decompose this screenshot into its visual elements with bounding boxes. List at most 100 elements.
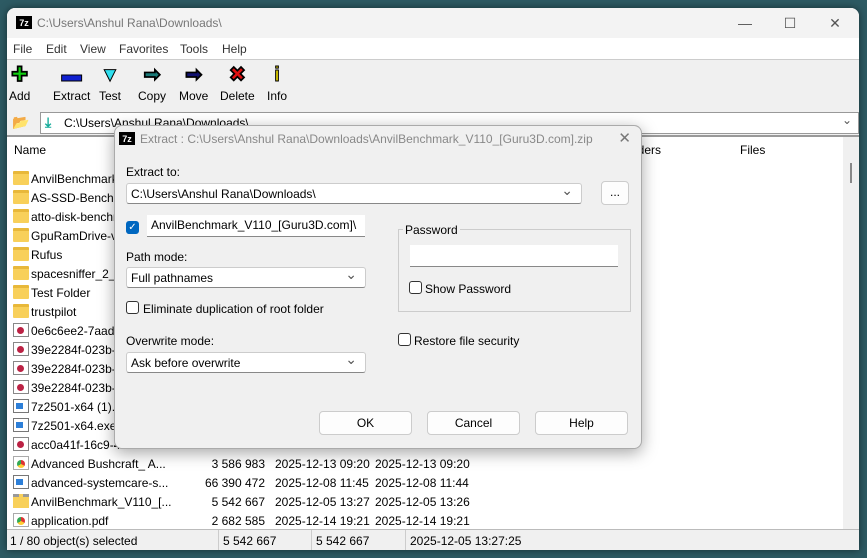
file-name: AnvilBenchmark (31, 172, 118, 186)
toolbar-move-button[interactable]: ➡ Move (179, 64, 209, 104)
vid-icon (13, 323, 29, 337)
overwrite-mode-value: Ask before overwrite (131, 356, 241, 370)
close-button[interactable]: ✕ (815, 12, 855, 34)
restore-security-checkbox[interactable] (398, 333, 411, 346)
eliminate-duplication-label[interactable]: Eliminate duplication of root folder (143, 302, 324, 316)
move-icon: ➡ (185, 64, 203, 87)
toolbar-label: Info (267, 89, 288, 103)
menu-favorites[interactable]: Favorites (119, 42, 168, 56)
file-size: 66 390 472 (204, 476, 265, 490)
extract-dialog: 7z Extract : C:\Users\Anshul Rana\Downlo… (114, 125, 642, 449)
pdf-icon (13, 513, 29, 527)
title-bar: 7z C:\Users\Anshul Rana\Downloads\ — ☐ ✕ (7, 8, 859, 38)
toolbar-copy-button[interactable]: ➡ Copy (138, 64, 166, 104)
scrollbar[interactable] (843, 137, 859, 529)
file-row[interactable]: Advanced Bushcraft_ A... 3 586 983 2025-… (7, 455, 859, 474)
toolbar: ✚ Add ▬ Extract ▼ Test ➡ Copy ➡ Move ✖ Delete i Info (7, 61, 859, 111)
extract-to-label: Extract to: (126, 165, 181, 179)
test-icon: ▼ (100, 64, 121, 87)
toolbar-info-button[interactable]: i Info (267, 64, 288, 104)
zip-icon (13, 494, 29, 508)
subfolder-checkbox[interactable]: ✓ (126, 221, 139, 234)
file-name: application.pdf (31, 514, 109, 528)
dialog-title: Extract : C:\Users\Anshul Rana\Downloads… (140, 132, 593, 146)
dialog-close-button[interactable]: ✕ (618, 129, 631, 147)
folder-icon (13, 228, 29, 242)
file-name: Test Folder (31, 286, 91, 300)
status-bar: 1 / 80 object(s) selected 5 542 667 5 54… (7, 529, 859, 550)
browse-button[interactable]: ... (601, 181, 629, 205)
folder-icon (13, 285, 29, 299)
file-size: 2 682 585 (211, 514, 265, 528)
add-icon: ✚ (11, 64, 29, 87)
download-icon: ⤓ (45, 114, 52, 130)
menu-view[interactable]: View (80, 42, 106, 56)
file-name: 0e6c6ee2-7aad- (31, 324, 119, 338)
column-files[interactable]: Files (740, 143, 765, 157)
password-input[interactable] (410, 245, 618, 267)
password-label: Password (403, 223, 460, 237)
maximize-button[interactable]: ☐ (770, 12, 810, 34)
menu-help[interactable]: Help (222, 42, 247, 56)
vid-icon (13, 437, 29, 451)
toolbar-test-button[interactable]: ▼ Test (99, 64, 121, 104)
chevron-down-icon[interactable]: ⌄ (842, 113, 852, 127)
extract-icon: ▬ (61, 64, 82, 87)
restore-security-label[interactable]: Restore file security (414, 334, 519, 348)
up-folder-icon[interactable]: 📂 (12, 114, 29, 131)
vid-icon (13, 361, 29, 375)
folder-icon (13, 190, 29, 204)
menu-tools[interactable]: Tools (180, 42, 208, 56)
file-modified: 2025-12-13 09:20 (275, 457, 370, 471)
exe-icon (13, 418, 29, 432)
cancel-button[interactable]: Cancel (427, 411, 520, 435)
file-name: 39e2284f-023b-4 (31, 343, 123, 357)
subfolder-input[interactable]: AnvilBenchmark_V110_[Guru3D.com]\ (147, 215, 365, 237)
path-mode-value: Full pathnames (131, 271, 214, 285)
file-name: trustpilot (31, 305, 77, 319)
7zip-logo-icon: 7z (119, 132, 135, 145)
path-mode-label: Path mode: (126, 250, 188, 264)
file-name: advanced-systemcare-s... (31, 476, 169, 490)
info-icon: i (274, 64, 281, 87)
file-name: 39e2284f-023b-4 (31, 362, 123, 376)
subfolder-value: AnvilBenchmark_V110_[Guru3D.com]\ (151, 218, 357, 232)
file-name: AnvilBenchmark_V110_[... (31, 495, 172, 509)
show-password-label[interactable]: Show Password (425, 282, 511, 296)
overwrite-mode-select[interactable]: Ask before overwrite (126, 351, 366, 373)
copy-icon: ➡ (143, 64, 161, 87)
toolbar-extract-button[interactable]: ▬ Extract (53, 64, 91, 104)
status-packed: 5 542 667 (316, 534, 370, 548)
7zip-logo-icon: 7z (16, 16, 32, 29)
status-size: 5 542 667 (223, 534, 277, 548)
file-name: 39e2284f-023b-4 (31, 381, 123, 395)
file-size: 5 542 667 (211, 495, 265, 509)
ok-button[interactable]: OK (319, 411, 412, 435)
toolbar-delete-button[interactable]: ✖ Delete (220, 64, 255, 104)
password-group (398, 229, 631, 312)
eliminate-duplication-checkbox[interactable] (126, 301, 139, 314)
toolbar-add-button[interactable]: ✚ Add (9, 64, 31, 104)
toolbar-label: Move (179, 89, 209, 103)
column-name[interactable]: Name (14, 143, 46, 157)
file-modified: 2025-12-08 11:45 (275, 476, 369, 490)
folder-icon (13, 266, 29, 280)
toolbar-label: Extract (53, 89, 91, 103)
file-row[interactable]: advanced-systemcare-s... 66 390 472 2025… (7, 474, 859, 493)
path-mode-select[interactable]: Full pathnames (126, 266, 366, 288)
file-name: 7z2501-x64.exe (31, 419, 117, 433)
menu-edit[interactable]: Edit (46, 42, 67, 56)
file-created: 2025-12-05 13:26 (375, 495, 470, 509)
vid-icon (13, 380, 29, 394)
extract-to-combobox[interactable]: C:\Users\Anshul Rana\Downloads\ (126, 182, 582, 204)
menu-file[interactable]: File (13, 42, 32, 56)
show-password-checkbox[interactable] (409, 281, 422, 294)
file-row[interactable]: AnvilBenchmark_V110_[... 5 542 667 2025-… (7, 493, 859, 512)
help-button[interactable]: Help (535, 411, 628, 435)
vid-icon (13, 342, 29, 356)
file-size: 3 586 983 (211, 457, 265, 471)
minimize-button[interactable]: — (725, 12, 765, 34)
file-created: 2025-12-14 19:21 (375, 514, 470, 528)
toolbar-label: Add (9, 89, 31, 103)
file-created: 2025-12-13 09:20 (375, 457, 470, 471)
